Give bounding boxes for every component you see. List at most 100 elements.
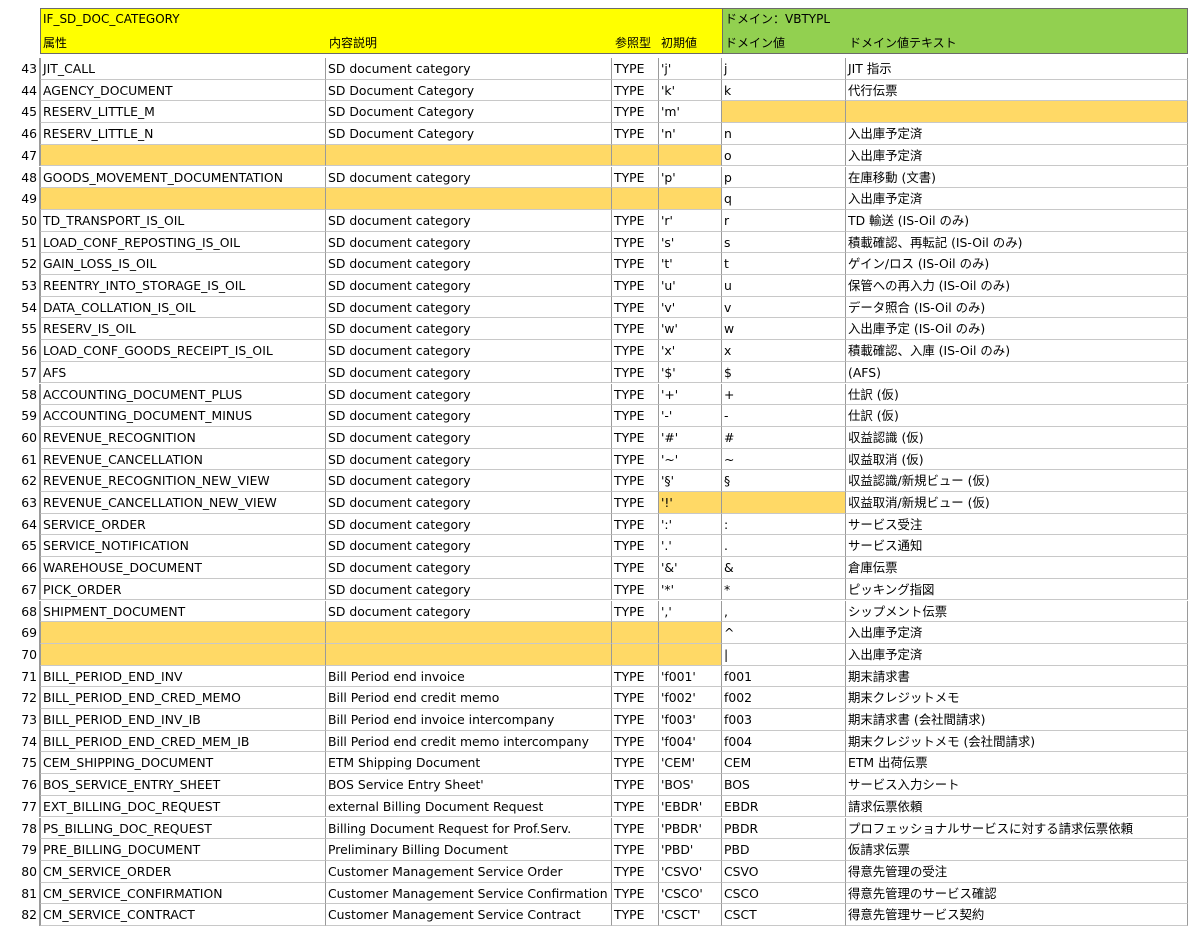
cell-domain-value[interactable]: , bbox=[722, 600, 846, 623]
cell-domain-text[interactable]: 期末クレジットメモ (会社間請求) bbox=[846, 730, 1188, 753]
cell-domain-text[interactable]: 期末クレジットメモ bbox=[846, 687, 1188, 709]
cell-domain-value[interactable]: t bbox=[722, 253, 846, 275]
cell-description[interactable]: Bill Period end invoice intercompany bbox=[326, 709, 612, 731]
cell-domain-text[interactable]: 得意先管理サービス契約 bbox=[846, 904, 1188, 926]
cell-ref-type[interactable]: TYPE bbox=[612, 318, 659, 341]
cell-domain-value[interactable]: x bbox=[722, 340, 846, 362]
cell-ref-type[interactable]: TYPE bbox=[612, 513, 659, 536]
cell-initial-value[interactable]: 'x' bbox=[659, 340, 722, 362]
cell-domain-value[interactable]: CSVO bbox=[722, 860, 846, 883]
cell-domain-value[interactable]: + bbox=[722, 383, 846, 406]
cell-initial-value[interactable]: '$' bbox=[659, 361, 722, 384]
cell-domain-text[interactable]: TD 輸送 (IS-Oil のみ) bbox=[846, 209, 1188, 232]
cell-initial-value[interactable]: 'j' bbox=[659, 58, 722, 80]
cell-description[interactable]: SD Document Category bbox=[326, 123, 612, 145]
cell-domain-value[interactable] bbox=[722, 492, 846, 514]
cell-ref-type[interactable]: TYPE bbox=[612, 730, 659, 753]
cell-description[interactable]: SD Document Category bbox=[326, 101, 612, 124]
cell-ref-type[interactable]: TYPE bbox=[612, 709, 659, 731]
cell-domain-value[interactable]: o bbox=[722, 144, 846, 167]
cell-initial-value[interactable]: 'CSVO' bbox=[659, 860, 722, 883]
cell-domain-text[interactable]: 収益認識/新規ビュー (仮) bbox=[846, 470, 1188, 492]
cell-attribute[interactable]: BILL_PERIOD_END_INV bbox=[40, 665, 326, 688]
cell-initial-value[interactable]: 'm' bbox=[659, 101, 722, 124]
cell-ref-type[interactable] bbox=[612, 643, 659, 666]
cell-description[interactable]: SD document category bbox=[326, 426, 612, 449]
cell-domain-text[interactable]: 入出庫予定済 bbox=[846, 188, 1188, 210]
cell-domain-text[interactable]: シップメント伝票 bbox=[846, 600, 1188, 623]
cell-attribute[interactable]: ACCOUNTING_DOCUMENT_MINUS bbox=[40, 405, 326, 427]
cell-domain-value[interactable]: * bbox=[722, 578, 846, 601]
cell-domain-value[interactable]: . bbox=[722, 535, 846, 558]
cell-initial-value[interactable]: 'PBDR' bbox=[659, 817, 722, 840]
cell-description[interactable]: Customer Management Service Order bbox=[326, 860, 612, 883]
cell-domain-value[interactable]: BOS bbox=[722, 774, 846, 796]
cell-ref-type[interactable]: TYPE bbox=[612, 296, 659, 319]
cell-domain-text[interactable]: サービス通知 bbox=[846, 535, 1188, 558]
cell-description[interactable]: Customer Management Service Contract bbox=[326, 904, 612, 926]
cell-ref-type[interactable]: TYPE bbox=[612, 665, 659, 688]
cell-ref-type[interactable]: TYPE bbox=[612, 535, 659, 558]
cell-domain-value[interactable]: k bbox=[722, 79, 846, 102]
cell-domain-value[interactable]: f002 bbox=[722, 687, 846, 709]
cell-attribute[interactable] bbox=[40, 643, 326, 666]
cell-description[interactable]: SD document category bbox=[326, 600, 612, 623]
cell-domain-text[interactable]: 得意先管理のサービス確認 bbox=[846, 882, 1188, 905]
cell-domain-text[interactable] bbox=[846, 101, 1188, 124]
cell-attribute[interactable]: REVENUE_RECOGNITION_NEW_VIEW bbox=[40, 470, 326, 492]
cell-description[interactable]: Customer Management Service Confirmation bbox=[326, 882, 612, 905]
cell-description[interactable]: Bill Period end credit memo bbox=[326, 687, 612, 709]
cell-initial-value[interactable]: 's' bbox=[659, 231, 722, 254]
cell-attribute[interactable]: BILL_PERIOD_END_INV_IB bbox=[40, 709, 326, 731]
cell-description[interactable]: SD document category bbox=[326, 253, 612, 275]
cell-domain-text[interactable]: サービス入力シート bbox=[846, 774, 1188, 796]
cell-domain-text[interactable]: JIT 指示 bbox=[846, 58, 1188, 80]
cell-domain-value[interactable]: s bbox=[722, 231, 846, 254]
cell-description[interactable]: BOS Service Entry Sheet' bbox=[326, 774, 612, 796]
cell-domain-text[interactable]: 請求伝票依頼 bbox=[846, 795, 1188, 818]
cell-initial-value[interactable]: '-' bbox=[659, 405, 722, 427]
cell-initial-value[interactable]: 'CEM' bbox=[659, 752, 722, 775]
cell-attribute[interactable]: GOODS_MOVEMENT_DOCUMENTATION bbox=[40, 166, 326, 189]
cell-description[interactable]: SD document category bbox=[326, 340, 612, 362]
cell-description[interactable]: SD document category bbox=[326, 209, 612, 232]
cell-ref-type[interactable]: TYPE bbox=[612, 58, 659, 80]
cell-initial-value[interactable]: '§' bbox=[659, 470, 722, 492]
cell-domain-value[interactable]: CEM bbox=[722, 752, 846, 775]
cell-ref-type[interactable]: TYPE bbox=[612, 253, 659, 275]
cell-attribute[interactable]: BILL_PERIOD_END_CRED_MEM_IB bbox=[40, 730, 326, 753]
cell-initial-value[interactable]: '~' bbox=[659, 448, 722, 471]
cell-domain-text[interactable]: ETM 出荷伝票 bbox=[846, 752, 1188, 775]
cell-description[interactable]: SD document category bbox=[326, 535, 612, 558]
cell-domain-text[interactable]: 在庫移動 (文書) bbox=[846, 166, 1188, 189]
cell-domain-value[interactable]: CSCO bbox=[722, 882, 846, 905]
cell-domain-value[interactable]: q bbox=[722, 188, 846, 210]
cell-domain-text[interactable]: 入出庫予定済 bbox=[846, 123, 1188, 145]
cell-domain-value[interactable]: v bbox=[722, 296, 846, 319]
cell-domain-value[interactable] bbox=[722, 101, 846, 124]
cell-initial-value[interactable]: '*' bbox=[659, 578, 722, 601]
cell-initial-value[interactable] bbox=[659, 188, 722, 210]
cell-domain-text[interactable]: サービス受注 bbox=[846, 513, 1188, 536]
cell-domain-value[interactable]: : bbox=[722, 513, 846, 536]
cell-initial-value[interactable]: 'BOS' bbox=[659, 774, 722, 796]
cell-domain-text[interactable]: 得意先管理の受注 bbox=[846, 860, 1188, 883]
cell-description[interactable]: external Billing Document Request bbox=[326, 795, 612, 818]
cell-ref-type[interactable]: TYPE bbox=[612, 209, 659, 232]
cell-domain-value[interactable]: & bbox=[722, 557, 846, 579]
cell-ref-type[interactable]: TYPE bbox=[612, 101, 659, 124]
cell-ref-type[interactable]: TYPE bbox=[612, 231, 659, 254]
cell-domain-text[interactable]: 保管への再入力 (IS-Oil のみ) bbox=[846, 275, 1188, 297]
cell-ref-type[interactable]: TYPE bbox=[612, 860, 659, 883]
cell-initial-value[interactable]: 'f004' bbox=[659, 730, 722, 753]
cell-initial-value[interactable]: ',' bbox=[659, 600, 722, 623]
cell-domain-value[interactable]: u bbox=[722, 275, 846, 297]
cell-ref-type[interactable]: TYPE bbox=[612, 578, 659, 601]
cell-domain-text[interactable]: 期末請求書 (会社間請求) bbox=[846, 709, 1188, 731]
cell-attribute[interactable]: SERVICE_ORDER bbox=[40, 513, 326, 536]
cell-attribute[interactable]: RESERV_LITTLE_N bbox=[40, 123, 326, 145]
cell-domain-text[interactable]: 代行伝票 bbox=[846, 79, 1188, 102]
cell-attribute[interactable]: JIT_CALL bbox=[40, 58, 326, 80]
cell-attribute[interactable]: SERVICE_NOTIFICATION bbox=[40, 535, 326, 558]
cell-attribute[interactable]: CM_SERVICE_CONTRACT bbox=[40, 904, 326, 926]
